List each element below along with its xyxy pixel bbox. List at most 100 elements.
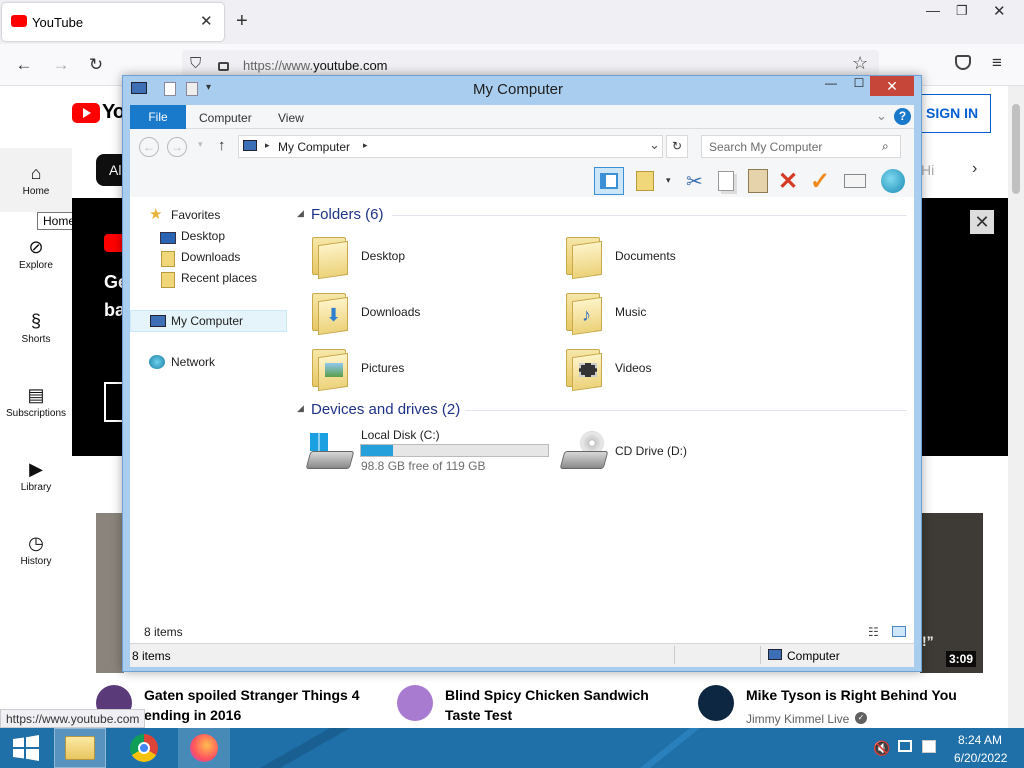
folder-documents[interactable]: Documents xyxy=(615,249,676,263)
video-title[interactable]: Blind Spicy Chicken Sandwich xyxy=(445,687,649,703)
delete-icon[interactable]: ✕ xyxy=(778,167,798,196)
recent-locations-icon[interactable]: ▾ xyxy=(198,139,203,150)
address-bar[interactable]: ▸ My Computer ▸ ⌄ xyxy=(238,135,663,158)
restore-browser-icon[interactable]: ❐ xyxy=(956,3,968,19)
network-globe-icon[interactable] xyxy=(881,169,905,193)
up-icon[interactable]: ↑ xyxy=(218,137,226,154)
channel-name[interactable]: Jimmy Kimmel Live xyxy=(746,712,849,726)
new-folder-icon[interactable] xyxy=(186,82,198,96)
lock-icon[interactable] xyxy=(218,62,229,71)
nav-desktop[interactable]: Desktop xyxy=(181,226,225,246)
guide-library[interactable]: ▶ Library xyxy=(0,456,72,493)
page-scrollbar[interactable] xyxy=(1008,86,1024,728)
rename-icon[interactable]: ✓ xyxy=(810,167,830,196)
guide-history[interactable]: ◷ History xyxy=(0,530,72,567)
chevron-right-icon[interactable]: › xyxy=(972,160,977,178)
guide-home[interactable]: ⌂ Home xyxy=(0,148,72,212)
maximize-window-icon[interactable]: ☐ xyxy=(846,76,872,96)
breadcrumb-arrow-icon[interactable]: ▸ xyxy=(363,140,368,151)
volume-muted-icon[interactable]: 🔇 xyxy=(873,740,890,757)
folder-music[interactable]: Music xyxy=(615,305,646,319)
taskbar-file-explorer[interactable] xyxy=(54,728,106,768)
cut-icon[interactable]: ✂ xyxy=(686,169,703,194)
chip-partial[interactable]: Hi xyxy=(921,162,934,178)
nav-my-computer[interactable]: My Computer xyxy=(130,310,287,332)
expand-ribbon-icon[interactable]: ⌄ xyxy=(876,108,887,124)
group-folders[interactable]: Folders (6) xyxy=(311,206,384,223)
dismiss-banner-icon[interactable]: ✕ xyxy=(970,210,994,234)
close-tab-icon[interactable]: ✕ xyxy=(200,12,213,30)
breadcrumb[interactable]: My Computer xyxy=(278,140,350,154)
folder-desktop[interactable]: Desktop xyxy=(361,249,405,263)
details-view-icon[interactable]: ☷ xyxy=(868,625,879,639)
menu-icon[interactable]: ≡ xyxy=(992,53,1002,73)
video-title[interactable]: ending in 2016 xyxy=(144,707,241,723)
back-icon[interactable]: ← xyxy=(139,137,159,157)
minimize-browser-icon[interactable]: — xyxy=(926,2,940,18)
browser-tab[interactable]: YouTube ✕ xyxy=(2,3,224,41)
clock-time[interactable]: 8:24 AM xyxy=(958,733,1002,747)
guide-subscriptions[interactable]: ▤ Subscriptions xyxy=(0,382,72,419)
channel-avatar[interactable] xyxy=(397,685,433,721)
folder-pictures[interactable]: Pictures xyxy=(361,361,404,375)
folder-icon[interactable] xyxy=(310,345,350,392)
ribbon-tab-computer[interactable]: Computer xyxy=(199,111,252,125)
forward-icon[interactable]: → xyxy=(47,51,75,79)
video-title[interactable]: Taste Test xyxy=(445,707,512,723)
paste-icon[interactable] xyxy=(748,169,768,193)
cd-drive-icon[interactable] xyxy=(559,431,609,471)
help-icon[interactable]: ? xyxy=(894,108,911,125)
collapse-folders-icon[interactable]: ◢ xyxy=(297,208,304,219)
local-disk-icon[interactable] xyxy=(305,431,355,471)
bookmark-star-icon[interactable]: ☆ xyxy=(852,53,868,74)
qat-dropdown-icon[interactable]: ▾ xyxy=(206,82,211,93)
video-thumbnail[interactable]: !” 3:09 xyxy=(920,513,983,673)
ribbon-tab-file[interactable]: File xyxy=(130,105,186,129)
reload-icon[interactable]: ↻ xyxy=(82,51,110,79)
search-icon[interactable]: ⌕ xyxy=(882,139,889,154)
breadcrumb-arrow-icon[interactable]: ▸ xyxy=(265,140,270,151)
close-window-button[interactable]: ✕ xyxy=(870,76,914,96)
folder-icon[interactable]: ♪ xyxy=(564,289,604,336)
drive-d-name[interactable]: CD Drive (D:) xyxy=(615,444,687,458)
network-status-icon[interactable] xyxy=(898,740,912,752)
large-icons-view-icon[interactable] xyxy=(892,626,906,637)
video-title[interactable]: Mike Tyson is Right Behind You xyxy=(746,687,957,703)
folder-videos[interactable]: Videos xyxy=(615,361,651,375)
close-browser-icon[interactable]: ✕ xyxy=(993,2,1006,20)
layout-pane-icon[interactable] xyxy=(594,167,624,195)
minimize-window-icon[interactable]: — xyxy=(818,76,844,96)
nav-favorites[interactable]: Favorites xyxy=(171,205,220,225)
nav-network[interactable]: Network xyxy=(171,352,215,372)
folder-icon[interactable] xyxy=(310,233,350,280)
group-devices[interactable]: Devices and drives (2) xyxy=(311,401,460,418)
copy-icon[interactable] xyxy=(718,171,734,191)
nav-recent-places[interactable]: Recent places xyxy=(181,268,257,288)
folder-icon[interactable]: ⬇ xyxy=(310,289,350,336)
guide-shorts[interactable]: § Shorts xyxy=(0,308,72,345)
folder-options-icon[interactable] xyxy=(636,171,654,191)
search-box[interactable]: Search My Computer ⌕ xyxy=(701,135,901,158)
collapse-devices-icon[interactable]: ◢ xyxy=(297,403,304,414)
drive-c-name[interactable]: Local Disk (C:) xyxy=(361,428,440,442)
properties-icon[interactable] xyxy=(844,174,866,188)
channel-avatar[interactable] xyxy=(698,685,734,721)
forward-icon[interactable]: → xyxy=(167,137,187,157)
folder-icon[interactable] xyxy=(564,233,604,280)
clock-date[interactable]: 6/20/2022 xyxy=(954,751,1007,765)
properties-icon[interactable] xyxy=(164,82,176,96)
taskbar-firefox[interactable] xyxy=(178,728,230,768)
video-thumbnail[interactable] xyxy=(96,513,124,673)
folder-downloads[interactable]: Downloads xyxy=(361,305,420,319)
options-dropdown-icon[interactable]: ▾ xyxy=(666,175,671,186)
ribbon-tab-view[interactable]: View xyxy=(278,111,304,125)
start-button[interactable] xyxy=(0,728,52,768)
folder-icon[interactable] xyxy=(564,345,604,392)
new-tab-icon[interactable]: + xyxy=(236,10,248,33)
back-icon[interactable]: ← xyxy=(10,51,38,79)
guide-explore[interactable]: ⊘ Explore xyxy=(0,234,72,271)
address-dropdown-icon[interactable]: ⌄ xyxy=(649,137,660,153)
sign-in-button[interactable]: SIGN IN xyxy=(915,94,991,133)
refresh-icon[interactable]: ↻ xyxy=(666,135,688,158)
video-title[interactable]: Gaten spoiled Stranger Things 4 xyxy=(144,687,359,703)
